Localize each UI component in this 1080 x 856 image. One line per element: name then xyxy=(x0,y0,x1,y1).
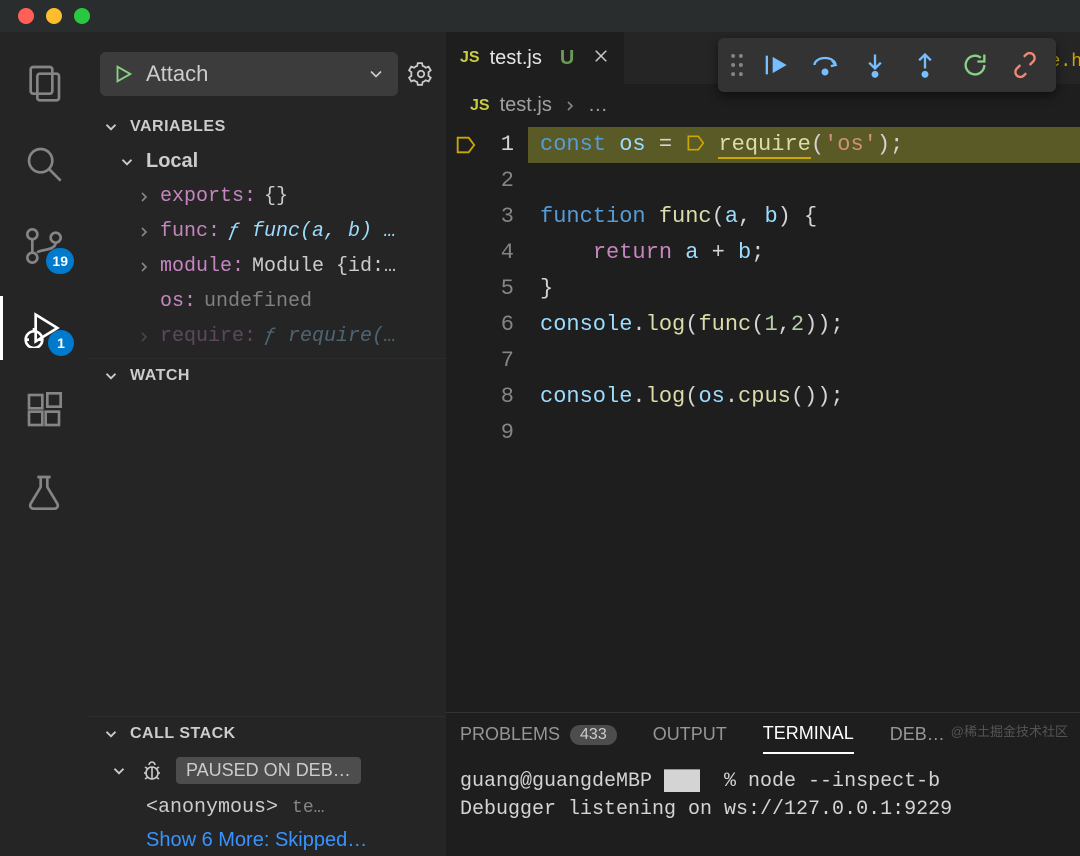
code-lines: const os = require('os'); function func(… xyxy=(528,127,1080,712)
minimize-window-button[interactable] xyxy=(46,8,62,24)
restart-icon xyxy=(961,51,989,79)
beaker-icon xyxy=(24,472,64,512)
chevron-down-icon xyxy=(102,725,120,743)
activity-source-control[interactable]: 19 xyxy=(22,224,66,268)
variables-section-header[interactable]: VARIABLES xyxy=(88,110,446,144)
code-line-9[interactable] xyxy=(528,415,1080,451)
files-icon xyxy=(24,62,64,102)
maximize-window-button[interactable] xyxy=(74,8,90,24)
close-tab-button[interactable] xyxy=(592,45,610,71)
chevron-right-icon xyxy=(562,98,578,114)
activity-run-debug[interactable]: 1 xyxy=(22,306,66,350)
chevron-down-icon xyxy=(366,64,386,84)
chevron-down-icon xyxy=(118,153,136,171)
inline-pointer-icon xyxy=(685,133,705,153)
panel-tab-output[interactable]: OUTPUT xyxy=(653,724,727,753)
terminal-output[interactable]: guang@guangdeMBP ███ % node --inspect-b … xyxy=(446,754,1080,856)
paused-badge: PAUSED ON DEB… xyxy=(176,757,361,784)
close-window-button[interactable] xyxy=(18,8,34,24)
step-into-icon xyxy=(861,51,889,79)
variable-scope-local[interactable]: Local xyxy=(88,144,446,179)
editor-area: e.h JS test.js U JS test.js xyxy=(446,32,1080,856)
step-over-icon xyxy=(811,51,839,79)
continue-button[interactable] xyxy=(754,44,796,86)
variable-row[interactable]: func: ƒ func(a, b) … xyxy=(88,214,446,249)
code-line-4[interactable]: return a + b; xyxy=(528,235,1080,271)
tab-filename: test.js xyxy=(490,47,542,70)
callstack-section-header[interactable]: CALL STACK xyxy=(88,717,446,751)
variable-row[interactable]: require: ƒ require(… xyxy=(88,319,446,354)
problems-count-badge: 433 xyxy=(570,725,617,745)
scm-badge: 19 xyxy=(46,248,74,274)
variables-body: Local exports: {} func: ƒ func(a, b) … m… xyxy=(88,144,446,358)
chevron-right-icon xyxy=(136,329,152,345)
code-line-8[interactable]: console.log(os.cpus()); xyxy=(528,379,1080,415)
play-icon xyxy=(112,63,134,85)
step-into-button[interactable] xyxy=(854,44,896,86)
code-line-2[interactable] xyxy=(528,163,1080,199)
continue-icon xyxy=(761,51,789,79)
debug-sidebar: Attach VARIABLES Local exports: {} func: xyxy=(88,32,446,856)
watch-body xyxy=(102,395,432,708)
chevron-right-icon xyxy=(136,189,152,205)
watch-section-header[interactable]: WATCH xyxy=(102,367,432,385)
chevron-down-icon xyxy=(110,762,128,780)
callstack-show-more[interactable]: Show 6 More: Skipped… xyxy=(88,825,446,856)
extensions-icon xyxy=(24,390,64,430)
debug-toolbar xyxy=(718,38,1056,92)
debug-config-selector[interactable]: Attach xyxy=(100,52,398,96)
titlebar xyxy=(0,0,1080,32)
debug-config-name: Attach xyxy=(146,61,354,87)
code-line-1[interactable]: const os = require('os'); xyxy=(528,127,1080,163)
bug-icon xyxy=(140,759,164,783)
callstack-thread[interactable]: PAUSED ON DEB… xyxy=(88,751,446,790)
close-icon xyxy=(592,47,610,65)
watch-section: WATCH xyxy=(88,358,446,717)
drag-handle-icon[interactable] xyxy=(728,52,746,78)
debug-badge: 1 xyxy=(48,330,74,356)
panel-tab-problems[interactable]: PROBLEMS 433 xyxy=(460,724,617,753)
callstack-frame[interactable]: <anonymous> te… xyxy=(88,790,446,825)
execution-pointer-icon xyxy=(454,134,476,156)
activity-testing[interactable] xyxy=(22,470,66,514)
code-line-3[interactable]: function func(a, b) { xyxy=(528,199,1080,235)
code-line-6[interactable]: console.log(func(1,2)); xyxy=(528,307,1080,343)
code-line-7[interactable] xyxy=(528,343,1080,379)
git-status-badge: U xyxy=(560,47,574,70)
panel-tab-terminal[interactable]: TERMINAL xyxy=(763,723,854,754)
js-file-icon: JS xyxy=(470,97,490,115)
search-icon xyxy=(24,144,64,184)
line-numbers: 123456789 xyxy=(484,127,528,712)
variable-row[interactable]: os: undefined xyxy=(88,284,446,319)
activity-explorer[interactable] xyxy=(22,60,66,104)
restart-button[interactable] xyxy=(954,44,996,86)
disconnect-button[interactable] xyxy=(1004,44,1046,86)
chevron-right-icon xyxy=(136,224,152,240)
step-out-button[interactable] xyxy=(904,44,946,86)
step-over-button[interactable] xyxy=(804,44,846,86)
js-file-icon: JS xyxy=(460,49,480,67)
activity-search[interactable] xyxy=(22,142,66,186)
activity-extensions[interactable] xyxy=(22,388,66,432)
disconnect-icon xyxy=(1011,51,1039,79)
panel-tab-debug-console[interactable]: DEB… xyxy=(890,724,945,753)
activity-bar: 19 1 xyxy=(0,32,88,856)
chevron-right-icon xyxy=(136,259,152,275)
code-editor[interactable]: 123456789 const os = require('os'); func… xyxy=(446,127,1080,712)
chevron-down-icon xyxy=(102,118,120,136)
variable-row[interactable]: exports: {} xyxy=(88,179,446,214)
editor-tab-test-js[interactable]: JS test.js U xyxy=(446,32,624,84)
code-line-5[interactable]: } xyxy=(528,271,1080,307)
watermark: @稀土掘金技术社区 xyxy=(951,721,1068,740)
variable-row[interactable]: module: Module {id:… xyxy=(88,249,446,284)
step-out-icon xyxy=(911,51,939,79)
glyph-margin xyxy=(446,127,484,712)
chevron-down-icon xyxy=(102,367,120,385)
gear-icon[interactable] xyxy=(408,61,434,87)
